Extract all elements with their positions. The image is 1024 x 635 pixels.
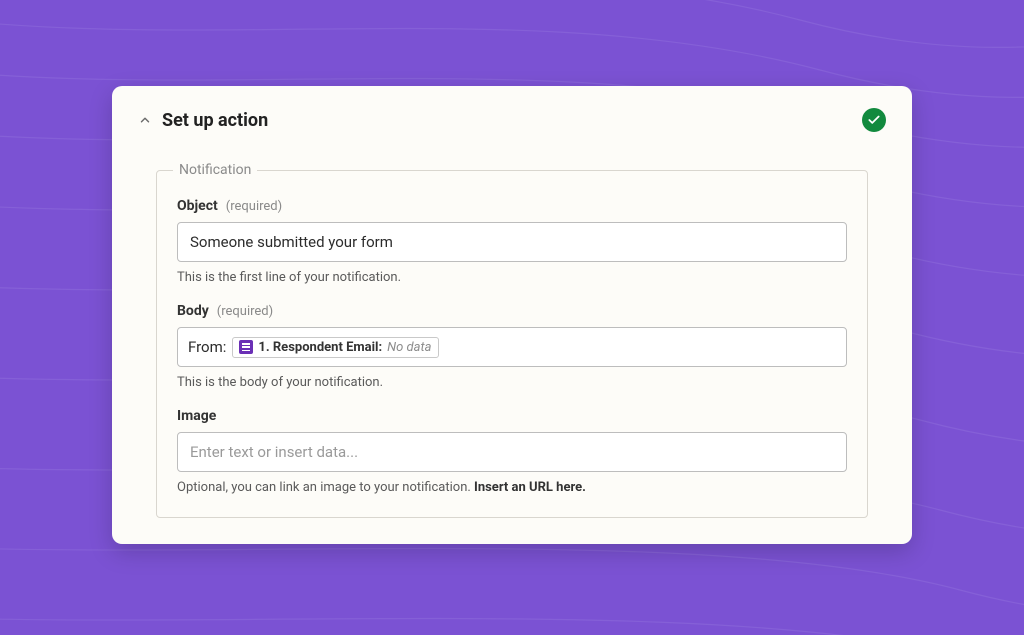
token-label: 1. Respondent Email: xyxy=(258,340,382,355)
object-field: Object (required) This is the first line… xyxy=(177,198,847,285)
fieldset-legend: Notification xyxy=(173,162,257,178)
image-help-prefix: Optional, you can link an image to your … xyxy=(177,480,474,495)
body-label: Body xyxy=(177,303,209,319)
object-input[interactable] xyxy=(177,222,847,262)
respondent-email-token[interactable]: 1. Respondent Email: No data xyxy=(232,337,438,358)
object-label: Object xyxy=(177,198,218,214)
image-field: Image Optional, you can link an image to… xyxy=(177,408,847,495)
status-complete-icon xyxy=(862,108,886,132)
body-required: (required) xyxy=(217,304,273,319)
token-nodata: No data xyxy=(387,340,431,355)
body-help: This is the body of your notification. xyxy=(177,375,847,390)
object-help: This is the first line of your notificat… xyxy=(177,270,847,285)
image-label: Image xyxy=(177,408,216,424)
object-required: (required) xyxy=(226,199,282,214)
body-prefix-text: From: xyxy=(188,338,226,356)
image-input[interactable] xyxy=(177,432,847,472)
form-source-icon xyxy=(239,340,253,354)
card-header: Set up action xyxy=(138,108,886,132)
card-header-toggle[interactable]: Set up action xyxy=(138,110,268,131)
body-input[interactable]: From: 1. Respondent Email: No data xyxy=(177,327,847,367)
action-setup-card: Set up action Notification Object (requi… xyxy=(112,86,912,544)
image-help: Optional, you can link an image to your … xyxy=(177,480,847,495)
card-title: Set up action xyxy=(162,110,268,131)
image-help-bold: Insert an URL here. xyxy=(474,480,586,495)
chevron-up-icon xyxy=(138,113,152,127)
body-field: Body (required) From: 1. Respondent Emai… xyxy=(177,303,847,390)
notification-fieldset: Notification Object (required) This is t… xyxy=(156,162,868,518)
